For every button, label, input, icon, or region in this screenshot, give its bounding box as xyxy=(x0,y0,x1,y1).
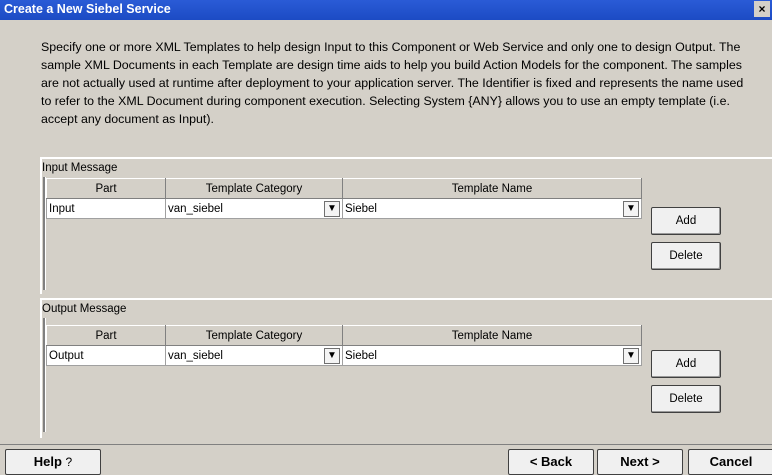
window-title: Create a New Siebel Service xyxy=(4,2,171,16)
column-header-template-category[interactable]: Template Category xyxy=(165,178,343,199)
input-delete-button[interactable]: Delete xyxy=(651,242,721,270)
title-bar: Create a New Siebel Service × xyxy=(0,0,772,20)
template-category-value: van_siebel xyxy=(168,349,223,362)
chevron-down-icon[interactable]: ▼ xyxy=(324,201,340,217)
output-message-table: Part Template Category Template Name Out… xyxy=(46,325,642,366)
part-cell[interactable]: Output xyxy=(46,345,166,366)
input-add-button[interactable]: Add xyxy=(651,207,721,235)
output-add-button[interactable]: Add xyxy=(651,350,721,378)
table-row[interactable]: Input van_siebel ▼ Siebel ▼ xyxy=(46,198,642,219)
back-button[interactable]: < Back xyxy=(508,449,594,475)
template-name-cell[interactable]: Siebel ▼ xyxy=(342,198,642,219)
table-row[interactable]: Output van_siebel ▼ Siebel ▼ xyxy=(46,345,642,366)
next-button[interactable]: Next > xyxy=(597,449,683,475)
chevron-down-icon[interactable]: ▼ xyxy=(623,348,639,364)
column-header-part[interactable]: Part xyxy=(46,325,166,346)
description-text: Specify one or more XML Templates to hel… xyxy=(41,40,744,126)
column-header-template-category[interactable]: Template Category xyxy=(165,325,343,346)
column-header-part[interactable]: Part xyxy=(46,178,166,199)
help-button[interactable]: Help ? xyxy=(5,449,101,475)
cancel-button[interactable]: Cancel xyxy=(688,449,772,475)
part-cell[interactable]: Input xyxy=(46,198,166,219)
template-category-cell[interactable]: van_siebel ▼ xyxy=(165,345,343,366)
template-name-cell[interactable]: Siebel ▼ xyxy=(342,345,642,366)
template-category-value: van_siebel xyxy=(168,202,223,215)
output-delete-button[interactable]: Delete xyxy=(651,385,721,413)
input-message-table: Part Template Category Template Name Inp… xyxy=(46,178,642,219)
output-message-label: Output Message xyxy=(42,303,127,315)
chevron-down-icon[interactable]: ▼ xyxy=(324,348,340,364)
column-header-template-name[interactable]: Template Name xyxy=(342,325,642,346)
template-name-value: Siebel xyxy=(345,202,377,215)
template-category-cell[interactable]: van_siebel ▼ xyxy=(165,198,343,219)
footer-divider xyxy=(0,444,772,445)
column-header-template-name[interactable]: Template Name xyxy=(342,178,642,199)
input-message-label: Input Message xyxy=(42,162,118,174)
help-circle-icon: ? xyxy=(65,455,73,469)
help-label: Help xyxy=(33,454,62,469)
template-name-value: Siebel xyxy=(345,349,377,362)
close-icon[interactable]: × xyxy=(754,1,770,17)
chevron-down-icon[interactable]: ▼ xyxy=(623,201,639,217)
